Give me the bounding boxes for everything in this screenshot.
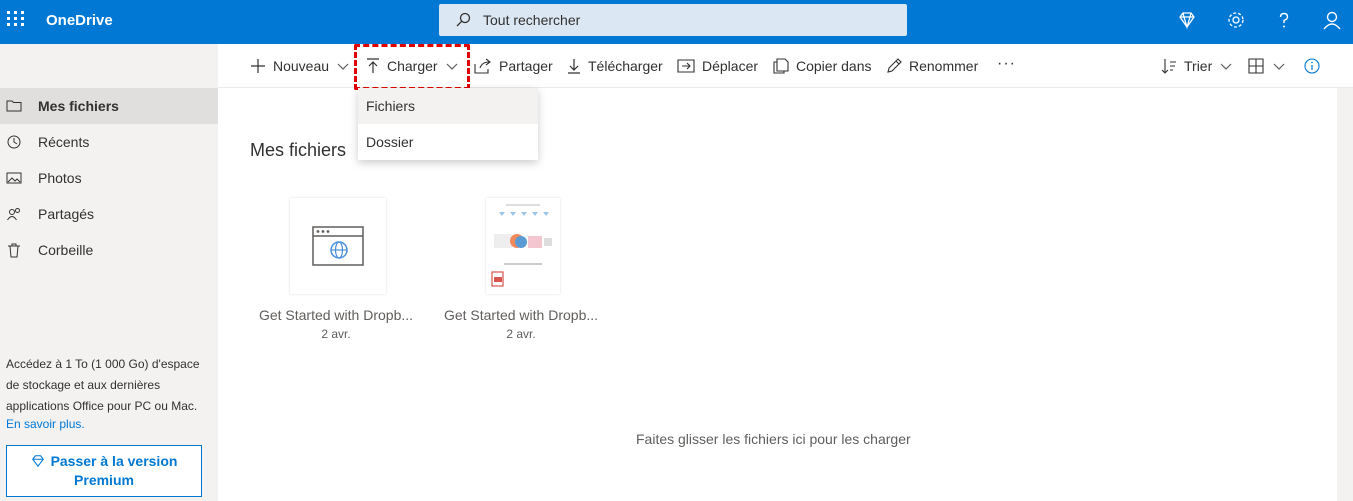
- upgrade-premium-button[interactable]: Passer à la version Premium: [6, 445, 202, 497]
- help-icon[interactable]: [1274, 10, 1294, 30]
- chevron-down-icon: [337, 63, 349, 70]
- menu-item-folder[interactable]: Dossier: [358, 124, 538, 160]
- pdf-preview-thumbnail: [486, 198, 560, 294]
- sidebar-item-label: Récents: [38, 134, 90, 150]
- menu-item-files[interactable]: Fichiers: [358, 88, 538, 124]
- sort-label: Trier: [1184, 58, 1213, 74]
- sidebar-item-label: Partagés: [38, 206, 95, 222]
- share-button[interactable]: Partager: [474, 44, 553, 88]
- premium-label-line2: Premium: [74, 472, 134, 488]
- copy-icon: [773, 58, 789, 74]
- sidebar-item-shared[interactable]: Partagés: [0, 196, 218, 232]
- download-button[interactable]: Télécharger: [567, 44, 663, 88]
- more-options-button[interactable]: ···: [997, 42, 1016, 86]
- sidebar-item-my-files[interactable]: Mes fichiers: [0, 88, 218, 124]
- upload-dropdown-menu: Fichiers Dossier: [358, 88, 538, 160]
- scrollbar[interactable]: [1337, 88, 1353, 501]
- diamond-icon[interactable]: [1177, 10, 1197, 30]
- copy-to-button[interactable]: Copier dans: [773, 44, 872, 88]
- sidebar-item-recent[interactable]: Récents: [0, 124, 218, 160]
- people-icon: [7, 208, 20, 221]
- photo-icon: [6, 172, 22, 184]
- diamond-icon: [31, 455, 44, 468]
- sidebar-item-label: Mes fichiers: [38, 98, 119, 114]
- rename-label: Renommer: [909, 58, 979, 74]
- sidebar-item-label: Corbeille: [38, 242, 94, 258]
- upload-button[interactable]: Charger: [366, 44, 465, 88]
- move-label: Déplacer: [702, 58, 759, 74]
- app-launcher-icon[interactable]: [4, 8, 24, 28]
- view-options-button[interactable]: [1248, 44, 1292, 88]
- sidebar: Mes fichiers Récents Photos Partagés Cor…: [0, 44, 218, 501]
- learn-more-link[interactable]: En savoir plus.: [6, 417, 85, 431]
- top-bar: OneDrive Tout rechercher: [0, 0, 1353, 44]
- move-button[interactable]: Déplacer: [677, 44, 758, 88]
- account-icon[interactable]: [1322, 10, 1342, 30]
- share-icon: [474, 58, 491, 74]
- rename-button[interactable]: Renommer: [886, 44, 978, 88]
- sidebar-item-label: Photos: [38, 170, 82, 186]
- file-name[interactable]: Get Started with Dropb...: [441, 307, 601, 323]
- app-brand[interactable]: OneDrive: [46, 12, 113, 29]
- plus-icon: [251, 59, 265, 73]
- share-label: Partager: [499, 58, 553, 74]
- file-date: 2 avr.: [321, 327, 351, 341]
- move-icon: [677, 59, 695, 73]
- new-label: Nouveau: [273, 58, 330, 74]
- search-icon: [456, 12, 471, 27]
- web-file-icon: [312, 226, 364, 266]
- file-thumbnail[interactable]: [290, 198, 386, 294]
- sort-button[interactable]: Trier: [1161, 44, 1239, 88]
- file-name[interactable]: Get Started with Dropb...: [256, 307, 416, 323]
- pencil-icon: [887, 58, 902, 73]
- file-date: 2 avr.: [506, 327, 536, 341]
- copy-label: Copier dans: [796, 58, 872, 74]
- new-button[interactable]: Nouveau: [250, 44, 356, 88]
- upload-label: Charger: [387, 58, 438, 74]
- drop-zone-hint: Faites glisser les fichiers ici pour les…: [636, 431, 911, 447]
- recycle-bin-icon: [8, 243, 20, 258]
- chevron-down-icon: [1273, 63, 1285, 70]
- storage-promo-text: Accédez à 1 To (1 000 Go) d'espace de st…: [6, 357, 200, 413]
- search-placeholder: Tout rechercher: [483, 12, 581, 28]
- history-icon: [7, 135, 21, 149]
- chevron-down-icon: [1220, 63, 1232, 70]
- grid-view-icon: [1248, 58, 1264, 74]
- premium-label-line1: Passer à la version: [50, 453, 178, 469]
- info-icon: [1304, 58, 1320, 74]
- folder-icon: [6, 100, 22, 112]
- sort-icon: [1161, 59, 1176, 74]
- page-title: Mes fichiers: [250, 140, 347, 160]
- download-label: Télécharger: [588, 58, 663, 74]
- sidebar-item-recycle-bin[interactable]: Corbeille: [0, 232, 218, 268]
- file-thumbnail[interactable]: [486, 198, 560, 294]
- download-icon: [568, 59, 580, 74]
- chevron-down-icon: [446, 63, 458, 70]
- sidebar-item-photos[interactable]: Photos: [0, 160, 218, 196]
- upload-icon: [367, 58, 379, 73]
- gear-icon[interactable]: [1226, 10, 1246, 30]
- info-button[interactable]: [1304, 44, 1327, 88]
- search-input[interactable]: Tout rechercher: [439, 4, 907, 36]
